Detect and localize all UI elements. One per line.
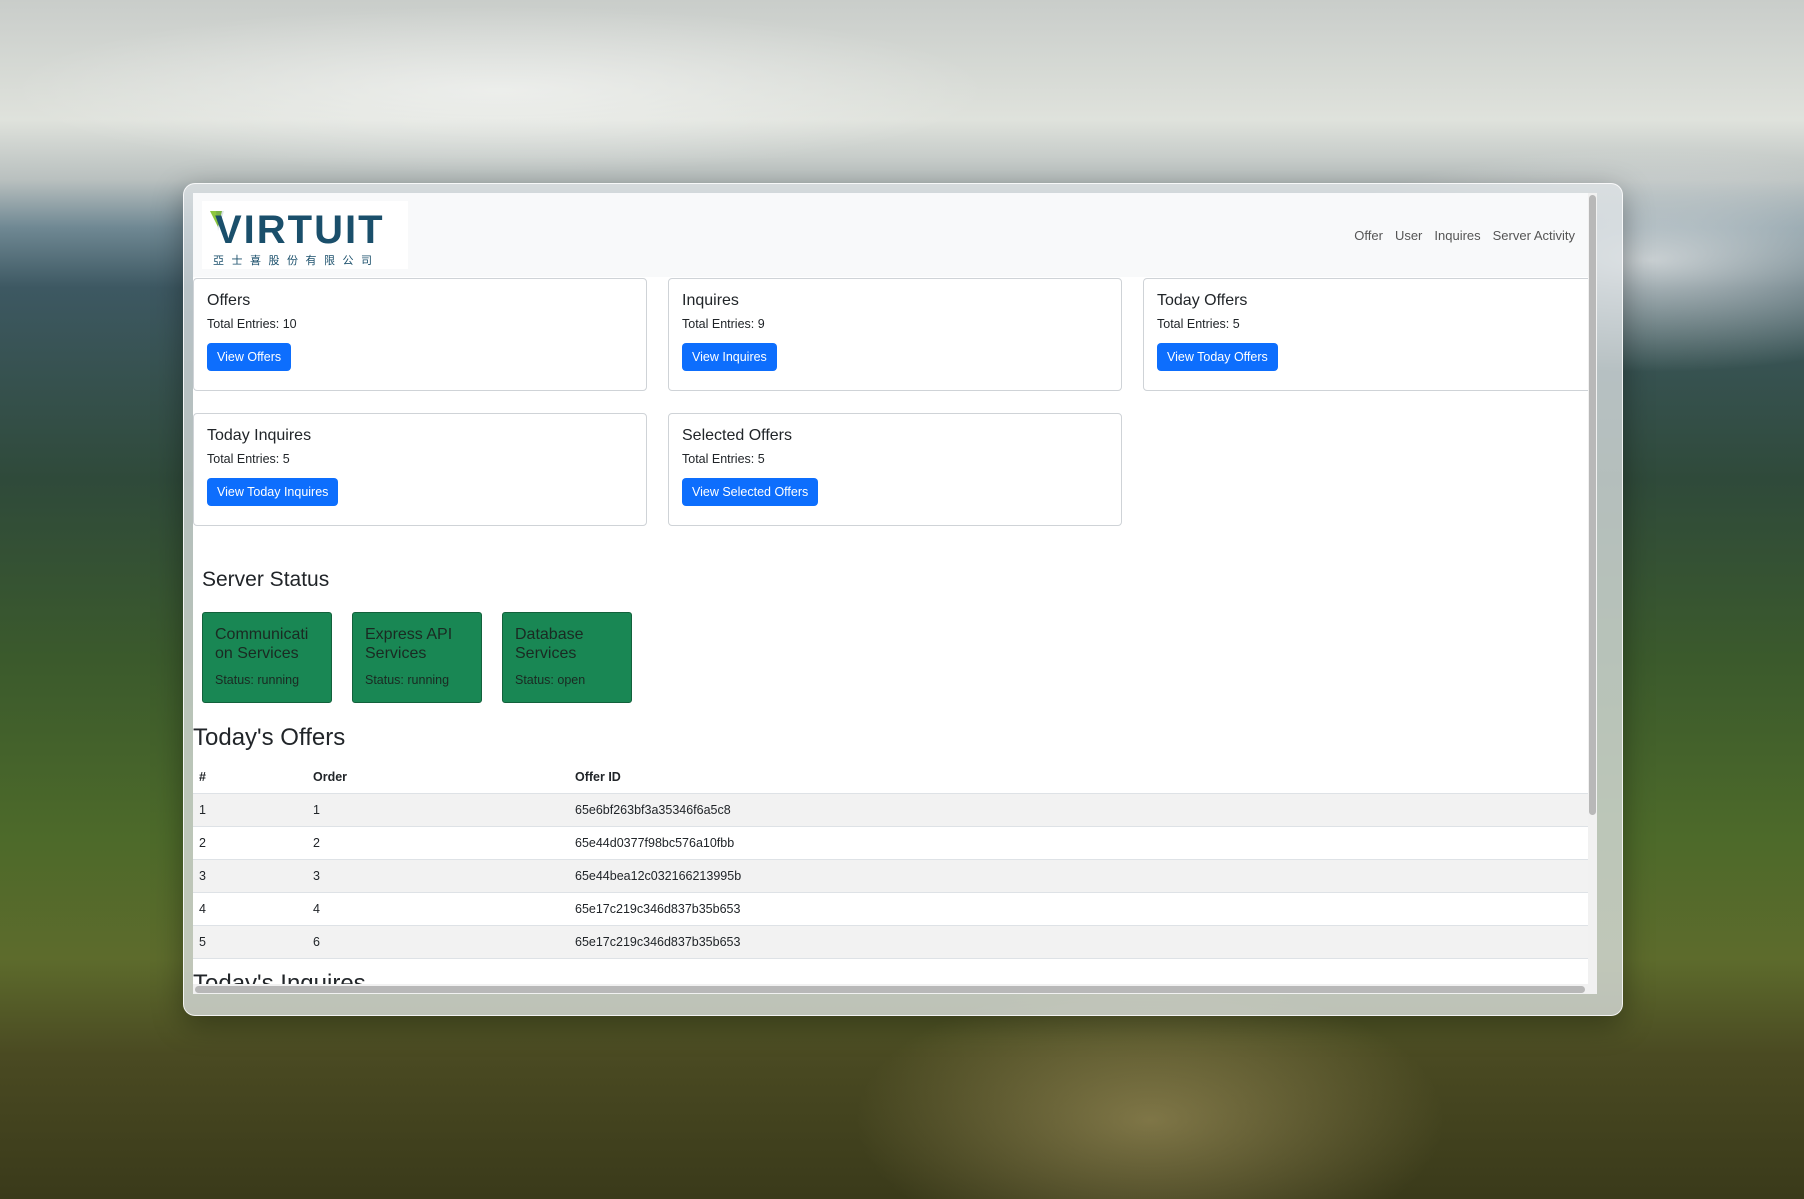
card-title: Today Offers bbox=[1157, 292, 1248, 309]
svg-text:VIRTUIT: VIRTUIT bbox=[215, 208, 385, 252]
server-status-title: Server Status bbox=[202, 568, 330, 591]
card-total: Total Entries: 5 bbox=[682, 452, 765, 466]
view-selected-offers-button[interactable]: View Selected Offers bbox=[682, 478, 819, 506]
todays-offers-title: Today's Offers bbox=[193, 724, 346, 751]
cell-offer-id: 65e6bf263bf3a35346f6a5c8 bbox=[569, 793, 1597, 827]
table-header-row: # Order Offer ID bbox=[193, 761, 1597, 794]
view-today-inquires-button[interactable]: View Today Inquires bbox=[207, 478, 339, 506]
card-today-offers: Today Offers Total Entries: 5 View Today… bbox=[1143, 278, 1597, 391]
cell-index: 5 bbox=[193, 925, 307, 959]
table-row[interactable]: 3 3 65e44bea12c032166213995b bbox=[193, 859, 1597, 893]
column-header-order: Order bbox=[307, 761, 569, 794]
cell-order: 4 bbox=[307, 892, 569, 926]
card-today-inquires: Today Inquires Total Entries: 5 View Tod… bbox=[193, 413, 647, 526]
cell-offer-id: 65e17c219c346d837b35b653 bbox=[569, 925, 1597, 959]
nav-link-inquires[interactable]: Inquires bbox=[1428, 228, 1486, 243]
cell-offer-id: 65e17c219c346d837b35b653 bbox=[569, 892, 1597, 926]
view-inquires-button[interactable]: View Inquires bbox=[682, 343, 777, 371]
logo-graphic: VIRTUIT 亞士喜股份有限公司 bbox=[210, 208, 385, 267]
cell-offer-id: 65e44d0377f98bc576a10fbb bbox=[569, 826, 1597, 860]
dashboard-page: VIRTUIT 亞士喜股份有限公司 Offer User Inquires Se… bbox=[193, 193, 1597, 994]
view-today-offers-button[interactable]: View Today Offers bbox=[1157, 343, 1278, 371]
table-row[interactable]: 5 6 65e17c219c346d837b35b653 bbox=[193, 925, 1597, 959]
cell-order: 6 bbox=[307, 925, 569, 959]
navbar: VIRTUIT 亞士喜股份有限公司 Offer User Inquires Se… bbox=[193, 193, 1597, 277]
table-row[interactable]: 1 1 65e6bf263bf3a35346f6a5c8 bbox=[193, 793, 1597, 827]
svg-text:亞士喜股份有限公司: 亞士喜股份有限公司 bbox=[213, 253, 380, 267]
cell-order: 1 bbox=[307, 793, 569, 827]
service-name: Communicati on Services bbox=[215, 626, 309, 662]
cell-index: 3 bbox=[193, 859, 307, 893]
card-total: Total Entries: 5 bbox=[1157, 317, 1240, 331]
todays-offers-table: # Order Offer ID 1 1 65e6bf263bf3a35346f… bbox=[193, 761, 1597, 959]
card-offers: Offers Total Entries: 10 View Offers bbox=[193, 278, 647, 391]
table-row[interactable]: 4 4 65e17c219c346d837b35b653 bbox=[193, 892, 1597, 926]
vertical-scrollbar[interactable] bbox=[1588, 193, 1597, 994]
cell-order: 3 bbox=[307, 859, 569, 893]
card-total: Total Entries: 10 bbox=[207, 317, 297, 331]
service-status: Status: running bbox=[215, 673, 300, 687]
card-title: Selected Offers bbox=[682, 427, 792, 444]
card-total: Total Entries: 5 bbox=[207, 452, 290, 466]
service-name: Database Services bbox=[515, 626, 584, 662]
nav-link-offer[interactable]: Offer bbox=[1348, 228, 1389, 243]
cell-index: 4 bbox=[193, 892, 307, 926]
card-title: Inquires bbox=[682, 292, 739, 309]
horizontal-scrollbar[interactable] bbox=[193, 984, 1597, 994]
card-title: Offers bbox=[207, 292, 251, 309]
vertical-scrollbar-thumb[interactable] bbox=[1589, 195, 1596, 815]
view-offers-button[interactable]: View Offers bbox=[207, 343, 292, 371]
cell-order: 2 bbox=[307, 826, 569, 860]
nav-links: Offer User Inquires Server Activity bbox=[1348, 228, 1581, 243]
service-name: Express API Services bbox=[365, 626, 453, 662]
column-header-offer-id: Offer ID bbox=[569, 761, 1597, 794]
status-database-services: Database Services Status: open bbox=[502, 612, 632, 703]
card-total: Total Entries: 9 bbox=[682, 317, 765, 331]
status-communication-services: Communicati on Services Status: running bbox=[202, 612, 332, 703]
cell-index: 2 bbox=[193, 826, 307, 860]
cell-index: 1 bbox=[193, 793, 307, 827]
status-express-api-services: Express API Services Status: running bbox=[352, 612, 482, 703]
service-status: Status: open bbox=[515, 673, 586, 687]
column-header-index: # bbox=[193, 761, 307, 794]
card-selected-offers: Selected Offers Total Entries: 5 View Se… bbox=[668, 413, 1122, 526]
horizontal-scrollbar-thumb[interactable] bbox=[195, 986, 1585, 993]
virtuit-logo[interactable]: VIRTUIT 亞士喜股份有限公司 bbox=[202, 201, 408, 269]
nav-link-user[interactable]: User bbox=[1389, 228, 1428, 243]
card-title: Today Inquires bbox=[207, 427, 312, 444]
card-inquires: Inquires Total Entries: 9 View Inquires bbox=[668, 278, 1122, 391]
table-row[interactable]: 2 2 65e44d0377f98bc576a10fbb bbox=[193, 826, 1597, 860]
browser-window: VIRTUIT 亞士喜股份有限公司 Offer User Inquires Se… bbox=[183, 183, 1623, 1016]
cell-offer-id: 65e44bea12c032166213995b bbox=[569, 859, 1597, 893]
nav-link-server-activity[interactable]: Server Activity bbox=[1487, 228, 1581, 243]
service-status: Status: running bbox=[365, 673, 450, 687]
